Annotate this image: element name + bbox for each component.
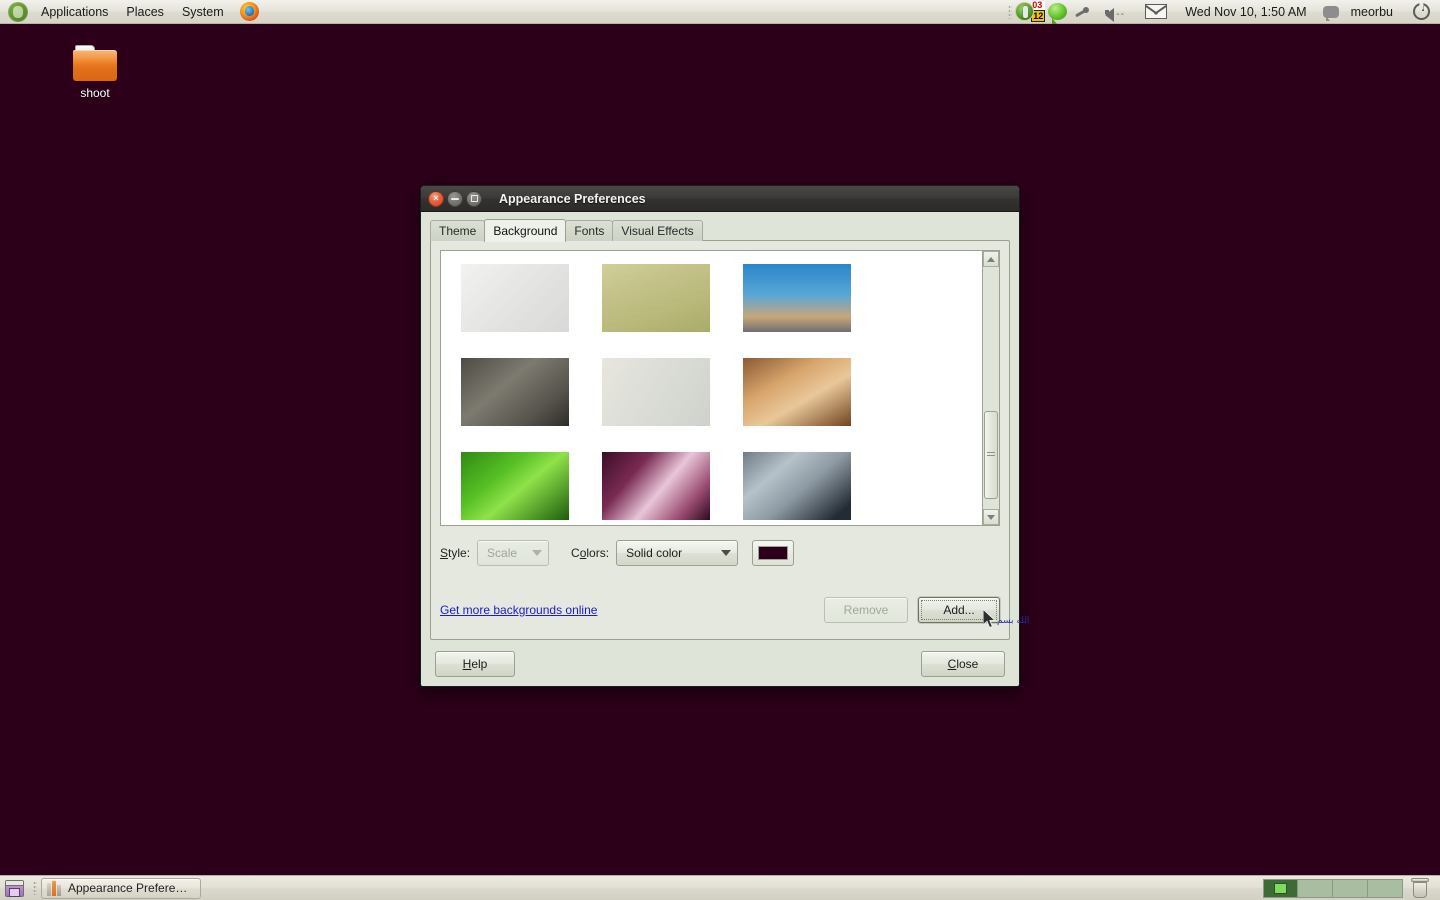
me-menu-icon[interactable]	[1322, 5, 1339, 21]
tab-fonts[interactable]: Fonts	[565, 220, 614, 241]
close-icon: ×	[433, 193, 439, 203]
icon-shape-1	[47, 883, 51, 896]
taskbar-item-appearance-preferences[interactable]: Appearance Preferen...	[41, 877, 201, 899]
wallpaper-scrollbar[interactable]	[982, 250, 1000, 526]
wallpaper-chooser	[440, 250, 1000, 526]
close-button[interactable]: Close	[921, 650, 1005, 677]
folder-icon	[73, 45, 117, 81]
scroll-up-arrow-icon[interactable]	[983, 251, 999, 267]
appearance-preferences-window: × Appearance Preferences Theme Backgroun…	[420, 185, 1020, 687]
tab-visual-effects[interactable]: Visual Effects	[612, 220, 703, 241]
chevron-down-icon	[721, 550, 732, 556]
workspace-1[interactable]	[1263, 878, 1298, 898]
workspace-3[interactable]	[1333, 878, 1368, 898]
appearance-preferences-icon	[47, 880, 63, 896]
volume-icon[interactable]: --	[1105, 5, 1127, 22]
wallpaper-thumb-green-fern-curl[interactable]	[461, 452, 569, 520]
ubuntu-logo-icon[interactable]	[8, 1, 28, 22]
window-title: Appearance Preferences	[499, 191, 646, 206]
wallpaper-row	[441, 345, 982, 439]
desktop-icon-shoot[interactable]: shoot	[58, 45, 132, 100]
style-label: Style:	[440, 546, 471, 560]
wallpaper-thumb-red-leaves-fog[interactable]	[602, 358, 710, 426]
icon-shape-2	[52, 881, 56, 896]
workspace-2[interactable]	[1298, 878, 1333, 898]
trash-icon[interactable]	[1411, 878, 1429, 898]
speaker-body	[1105, 9, 1110, 14]
minimize-window-button[interactable]	[447, 190, 463, 207]
remove-button[interactable]: Remove	[824, 597, 908, 623]
background-options-row: Style: Scale Colors: Solid color	[440, 539, 1000, 567]
clock[interactable]: Wed Nov 10, 1:50 AM	[1177, 5, 1314, 19]
taskbar-item-label: Appearance Preferen...	[68, 881, 191, 895]
background-actions-row: Get more backgrounds online Remove Add..…	[440, 597, 1000, 623]
wallpaper-thumb-dandelion-grass[interactable]	[602, 264, 710, 332]
menu-applications[interactable]: Applications	[33, 1, 116, 23]
network-disconnected-icon[interactable]	[1073, 4, 1091, 20]
scrollbar-grip-icon	[987, 452, 995, 458]
wallpaper-thumb-purple-light-bokeh[interactable]	[602, 452, 710, 520]
style-value: Scale	[487, 546, 518, 560]
tab-theme[interactable]: Theme	[430, 220, 486, 241]
trash-can	[1413, 882, 1427, 898]
icon-shape-3	[57, 885, 61, 896]
wallpaper-row	[441, 251, 982, 345]
wallpaper-row	[441, 439, 982, 525]
power-session-icon[interactable]	[1413, 3, 1430, 20]
tab-strip: Theme Background Fonts Visual Effects	[430, 219, 1010, 242]
workspace-window-thumb	[1274, 882, 1287, 894]
wallpaper-thumb-rope-knot[interactable]	[461, 358, 569, 426]
bottom-panel: Appearance Preferen...	[0, 875, 1440, 900]
window-titlebar[interactable]: × Appearance Preferences	[421, 186, 1019, 212]
color-swatch	[758, 546, 789, 560]
maximize-icon	[470, 195, 478, 202]
volume-waves: --	[1116, 8, 1125, 20]
colors-combobox[interactable]: Solid color	[616, 540, 739, 566]
wallpaper-thumb-dalmatian-dog[interactable]	[461, 264, 569, 332]
colors-label: Colors:	[571, 546, 610, 560]
workspace-switcher	[1263, 878, 1436, 898]
menu-system[interactable]: System	[174, 1, 232, 23]
colors-value: Solid color	[626, 546, 683, 560]
show-desktop-icon[interactable]	[5, 879, 24, 897]
workspace-4[interactable]	[1368, 878, 1403, 898]
wallpaper-thumb-water-droplet-macro[interactable]	[743, 452, 851, 520]
wallpaper-thumb-blue-sky-sunset[interactable]	[743, 264, 851, 332]
wallpaper-thumb-cinnamon-sticks[interactable]	[743, 358, 851, 426]
dialog-footer: Help Close	[421, 640, 1019, 686]
scrollbar-thumb[interactable]	[984, 411, 998, 499]
chevron-down-icon	[532, 550, 543, 556]
folder-body	[73, 50, 117, 81]
tab-background[interactable]: Background	[484, 219, 567, 242]
wallpaper-list[interactable]	[440, 250, 982, 526]
panel-drag-handle-icon[interactable]	[33, 881, 37, 895]
color-picker-button[interactable]	[752, 540, 795, 566]
chat-bubble-icon[interactable]	[1048, 3, 1068, 24]
minimize-icon	[451, 197, 459, 200]
get-more-backgrounds-link[interactable]: Get more backgrounds online	[440, 603, 597, 617]
desktop-icon-label: shoot	[80, 86, 110, 100]
username-label[interactable]: meorbu	[1345, 5, 1399, 19]
dialog-body: Theme Background Fonts Visual Effects St…	[421, 212, 1019, 640]
close-window-button[interactable]: ×	[428, 190, 444, 207]
panel-drag-handle-icon[interactable]	[1008, 4, 1013, 19]
desktop-overlay-text: الله بسم	[997, 616, 1030, 626]
mouse-pointer-icon	[983, 609, 997, 629]
firefox-icon[interactable]	[239, 2, 259, 21]
scroll-down-arrow-icon[interactable]	[983, 509, 999, 525]
system-tray: 03 12 -- Wed Nov 10, 1:50 AM meorbu	[1005, 0, 1440, 24]
help-button[interactable]: Help	[435, 650, 515, 677]
style-combobox[interactable]: Scale	[477, 540, 550, 566]
menu-places[interactable]: Places	[118, 1, 172, 23]
top-panel: Applications Places System 03 12 -- Wed …	[0, 0, 1440, 24]
maximize-window-button[interactable]	[466, 190, 482, 207]
mail-envelope-icon[interactable]	[1145, 4, 1168, 19]
background-tab-panel: Style: Scale Colors: Solid color Get mor…	[430, 240, 1010, 640]
